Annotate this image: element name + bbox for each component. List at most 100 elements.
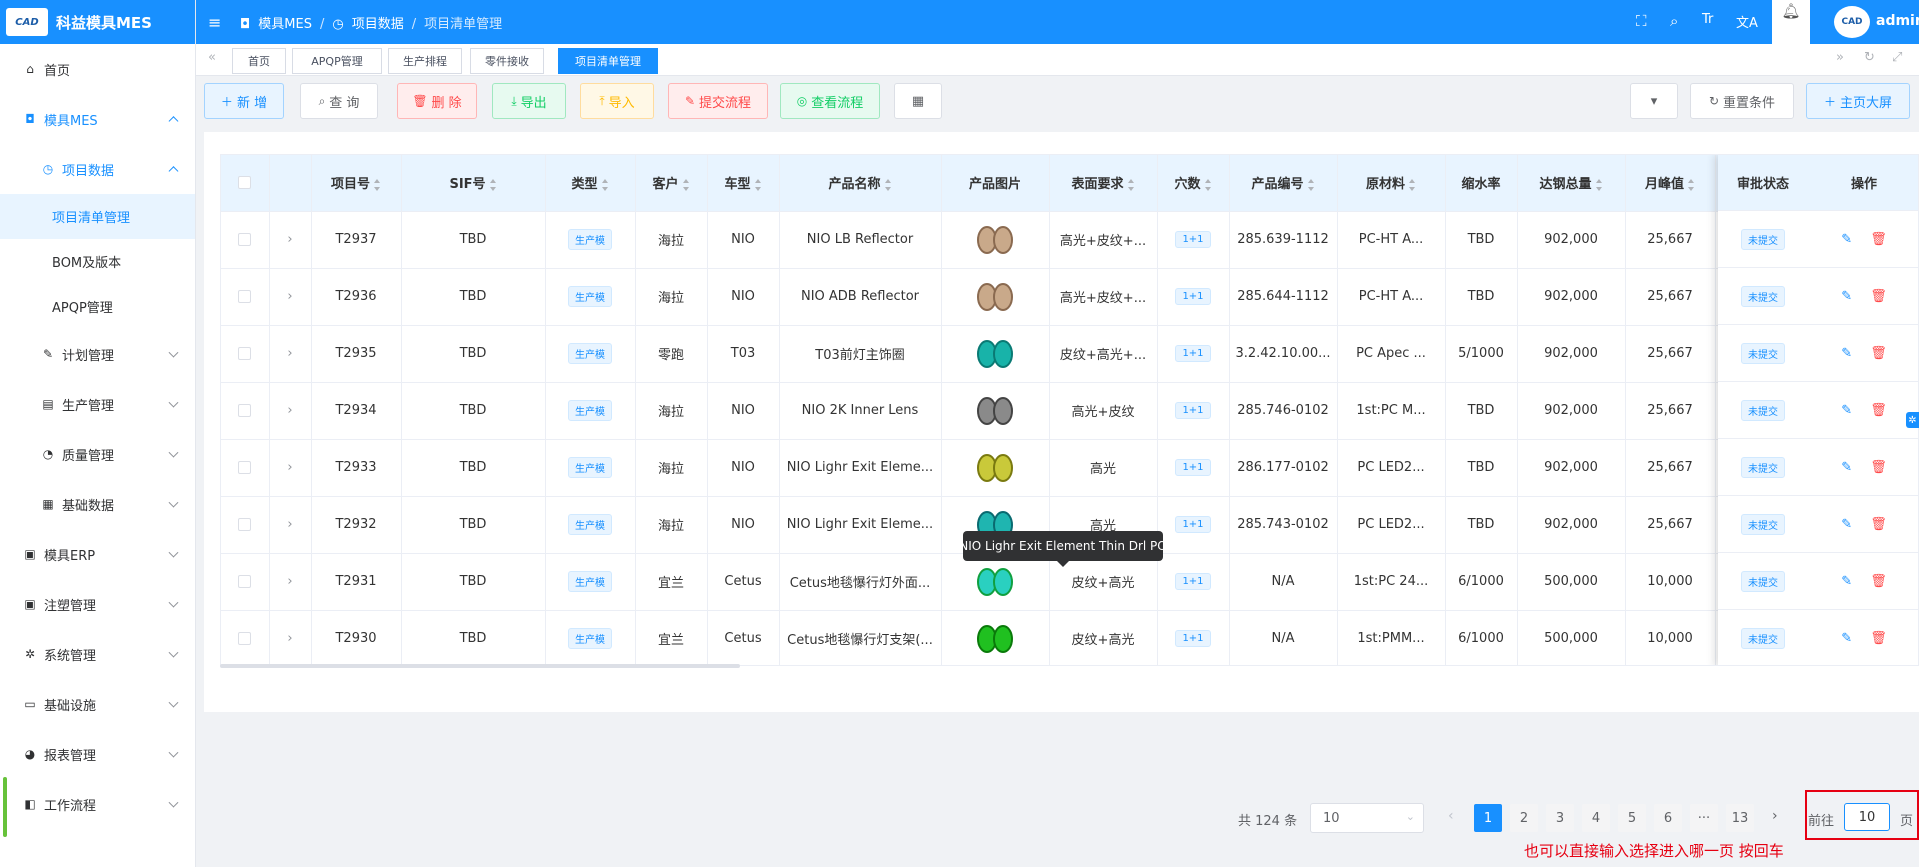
sidebar-item-infra[interactable]: ▭ 基础设施: [0, 679, 195, 729]
refresh-icon[interactable]: ↻: [1864, 50, 1875, 65]
checkbox[interactable]: [238, 461, 252, 474]
row-checkbox-cell[interactable]: [221, 439, 270, 497]
row-checkbox-cell[interactable]: [221, 325, 270, 383]
page-ellipsis[interactable]: ···: [1690, 804, 1718, 832]
expand-cell[interactable]: ›: [269, 325, 312, 383]
col-header[interactable]: SIF号: [401, 155, 546, 212]
fullscreen-icon[interactable]: ⛶: [1636, 12, 1647, 30]
sidebar-item-apqp[interactable]: APQP管理: [0, 284, 195, 329]
edit-icon[interactable]: ✎: [1841, 289, 1852, 304]
chevron-double-left-icon[interactable]: «: [208, 50, 216, 65]
page-number[interactable]: 1: [1474, 804, 1502, 832]
row-checkbox-cell[interactable]: [221, 610, 270, 665]
col-header[interactable]: 客户: [635, 155, 708, 212]
import-button[interactable]: ⤒ 导入: [580, 83, 654, 119]
trash-icon[interactable]: 🗑︎: [1870, 631, 1887, 646]
expand-cell[interactable]: ›: [269, 439, 312, 497]
edit-icon[interactable]: ✎: [1841, 574, 1852, 589]
checkbox[interactable]: [238, 176, 252, 190]
table-row[interactable]: › T2934 TBD 生产模 海拉 NIO NIO 2K Inner Lens 高光+皮纹 1…: [221, 382, 1768, 440]
table-row[interactable]: › T2935 TBD 生产模 零跑 T03 T03前灯主饰圈 皮纹+高光+... 1+1 3.2…: [221, 325, 1768, 383]
sort-icon[interactable]: [1127, 178, 1135, 191]
product-image-cell[interactable]: [941, 268, 1050, 326]
col-header[interactable]: 类型: [545, 155, 636, 212]
sort-icon[interactable]: [754, 178, 762, 191]
edit-icon[interactable]: ✎: [1841, 460, 1852, 475]
sort-icon[interactable]: [601, 178, 609, 191]
chevron-right-icon[interactable]: ›: [287, 574, 292, 589]
page-number[interactable]: 13: [1726, 804, 1754, 832]
tab-apqp[interactable]: APQP管理: [292, 48, 382, 74]
sidebar-item-plan[interactable]: ✎ 计划管理: [0, 329, 195, 379]
prev-page-icon[interactable]: ‹: [1448, 808, 1454, 824]
checkbox[interactable]: [238, 290, 252, 303]
col-header[interactable]: 车型: [707, 155, 780, 212]
sidebar-item-report[interactable]: ◕ 报表管理: [0, 729, 195, 779]
checkbox[interactable]: [238, 632, 252, 645]
row-checkbox-cell[interactable]: [221, 553, 270, 611]
product-image[interactable]: [973, 621, 1017, 657]
settings-gear-icon[interactable]: ✲: [1906, 412, 1919, 428]
submit-flow-button[interactable]: ✎ 提交流程: [668, 83, 768, 119]
checkbox[interactable]: [238, 404, 252, 417]
delete-button[interactable]: 🗑︎ 删 除: [397, 83, 477, 119]
sidebar-scrollbar[interactable]: [3, 777, 7, 837]
trash-icon[interactable]: 🗑︎: [1870, 460, 1887, 475]
chevron-right-icon[interactable]: ›: [287, 232, 292, 247]
trash-icon[interactable]: 🗑︎: [1870, 517, 1887, 532]
product-image[interactable]: [973, 393, 1017, 429]
row-checkbox-cell[interactable]: [221, 382, 270, 440]
username[interactable]: admin: [1876, 13, 1919, 29]
trash-icon[interactable]: 🗑︎: [1870, 346, 1887, 361]
chevron-right-icon[interactable]: ›: [287, 403, 292, 418]
edit-icon[interactable]: ✎: [1841, 517, 1852, 532]
sort-icon[interactable]: [1409, 178, 1416, 191]
product-image-cell[interactable]: [941, 382, 1050, 440]
font-size-icon[interactable]: Tr: [1702, 12, 1713, 27]
expand-cell[interactable]: ›: [269, 268, 312, 326]
product-image-cell[interactable]: [941, 325, 1050, 383]
sort-icon[interactable]: [1307, 178, 1315, 191]
checkbox[interactable]: [238, 233, 252, 246]
checkbox[interactable]: [238, 575, 252, 588]
table-row[interactable]: › T2936 TBD 生产模 海拉 NIO NIO ADB Reflector 高光+皮纹+…: [221, 268, 1768, 326]
chevron-double-right-icon[interactable]: »: [1836, 50, 1844, 65]
next-page-icon[interactable]: ›: [1772, 808, 1778, 824]
page-number[interactable]: 2: [1510, 804, 1538, 832]
edit-icon[interactable]: ✎: [1841, 346, 1852, 361]
col-header[interactable]: 月峰值: [1625, 155, 1716, 212]
page-number[interactable]: 5: [1618, 804, 1646, 832]
chevron-right-icon[interactable]: ›: [287, 517, 292, 532]
chevron-right-icon[interactable]: ›: [287, 346, 292, 361]
edit-icon[interactable]: ✎: [1841, 232, 1852, 247]
col-header[interactable]: 表面要求: [1049, 155, 1158, 212]
sort-icon[interactable]: [374, 178, 381, 191]
query-button[interactable]: ⌕ 查 询: [300, 83, 378, 119]
sort-icon[interactable]: [1595, 178, 1603, 191]
page-number[interactable]: 3: [1546, 804, 1574, 832]
tab-schedule[interactable]: 生产排程: [388, 48, 462, 74]
row-checkbox-cell[interactable]: [221, 211, 270, 269]
sidebar-item-quality[interactable]: ◔ 质量管理: [0, 429, 195, 479]
dashboard-button[interactable]: ＋主页大屏: [1806, 83, 1910, 119]
page-size-select[interactable]: 10 ⌄: [1310, 803, 1424, 833]
expand-cell[interactable]: ›: [269, 382, 312, 440]
trash-icon[interactable]: 🗑︎: [1870, 289, 1887, 304]
product-image[interactable]: [973, 279, 1017, 315]
product-image-cell[interactable]: [941, 553, 1050, 611]
sidebar-item-project-list[interactable]: 项目清单管理: [0, 194, 195, 239]
expand-cell[interactable]: ›: [269, 610, 312, 665]
product-image[interactable]: [973, 450, 1017, 486]
breadcrumb-item[interactable]: 项目数据: [352, 17, 404, 32]
edit-icon[interactable]: ✎: [1841, 631, 1852, 646]
sidebar-item-erp[interactable]: ▣ 模具ERP: [0, 529, 195, 579]
sidebar-item-project-data[interactable]: ◷ 项目数据: [0, 144, 195, 194]
trash-icon[interactable]: 🗑︎: [1870, 232, 1887, 247]
tab-parts[interactable]: 零件接收: [470, 48, 544, 74]
tab-project-list[interactable]: 项目清单管理: [558, 48, 658, 74]
add-button[interactable]: ＋新 增: [204, 83, 284, 119]
col-header[interactable]: 项目号: [311, 155, 402, 212]
product-image-cell[interactable]: [941, 439, 1050, 497]
checkbox[interactable]: [238, 347, 252, 360]
table-row[interactable]: › T2937 TBD 生产模 海拉 NIO NIO LB Reflector 高光+皮纹+.…: [221, 211, 1768, 269]
